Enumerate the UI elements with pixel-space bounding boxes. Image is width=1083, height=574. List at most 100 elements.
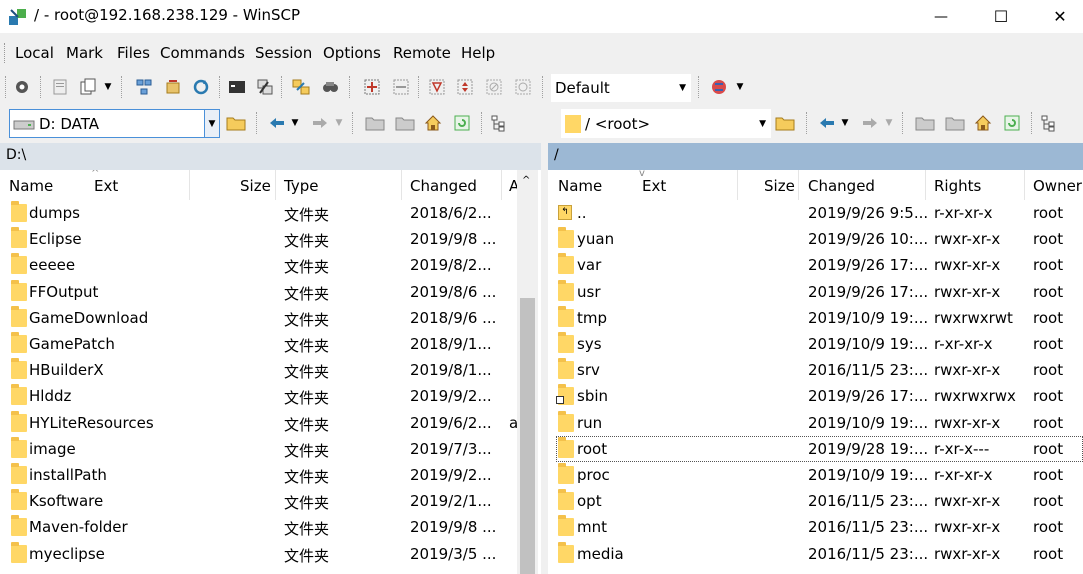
filter-icon[interactable] bbox=[426, 76, 448, 98]
terminal-icon[interactable] bbox=[226, 76, 248, 98]
table-row[interactable]: usr 2019/9/26 17:... rwxr-xr-x root bbox=[556, 279, 1083, 305]
column-ext[interactable]: Ext bbox=[642, 170, 666, 200]
table-row[interactable]: ↰.. 2019/9/26 9:5... r-xr-xr-x root bbox=[556, 200, 1083, 226]
open-directory-icon[interactable] bbox=[225, 112, 247, 134]
transfer-settings-dropdown-icon[interactable]: ▼ bbox=[735, 76, 745, 98]
table-row[interactable]: sbin 2019/9/26 17:... rwxrwxrwx root bbox=[556, 383, 1083, 409]
menu-files[interactable]: Files bbox=[117, 44, 150, 62]
menu-remote[interactable]: Remote bbox=[393, 44, 451, 62]
minimize-button[interactable]: — bbox=[918, 0, 964, 33]
transfer-settings-icon[interactable] bbox=[708, 76, 730, 98]
scroll-up-icon[interactable]: ^ bbox=[522, 175, 530, 186]
back-dropdown-icon[interactable]: ▼ bbox=[840, 112, 850, 134]
table-row[interactable]: srv 2016/11/5 23:... rwxr-xr-x root bbox=[556, 357, 1083, 383]
table-row[interactable]: myeclipse 文件夹 2019/3/5 ... bbox=[0, 541, 516, 567]
root-directory-icon[interactable] bbox=[944, 112, 966, 134]
back-arrow-icon[interactable] bbox=[816, 112, 838, 134]
table-row[interactable]: Maven-folder 文件夹 2019/9/8 ... bbox=[0, 514, 516, 540]
table-row[interactable]: yuan 2019/9/26 10:... rwxr-xr-x root bbox=[556, 226, 1083, 252]
transfer-settings-combo[interactable]: Default ▼ bbox=[551, 74, 691, 102]
column-divider[interactable] bbox=[189, 170, 190, 200]
menu-session[interactable]: Session bbox=[255, 44, 312, 62]
right-file-list[interactable]: Name Ext v Size Changed Rights Owner ↰..… bbox=[548, 170, 1083, 574]
clipboard-icon[interactable] bbox=[77, 76, 99, 98]
parent-directory-icon[interactable] bbox=[914, 112, 936, 134]
table-row[interactable]: proc 2019/10/9 19:... r-xr-xr-x root bbox=[556, 462, 1083, 488]
column-divider[interactable] bbox=[1024, 170, 1025, 200]
left-file-list[interactable]: Name Ext ^ Size Type Changed A dumps 文件夹 2… bbox=[0, 170, 541, 574]
table-row[interactable]: run 2019/10/9 19:... rwxr-xr-x root bbox=[556, 410, 1083, 436]
open-directory-icon[interactable] bbox=[774, 112, 796, 134]
back-dropdown-icon[interactable]: ▼ bbox=[290, 112, 300, 134]
refresh-icon[interactable] bbox=[190, 76, 212, 98]
column-size[interactable]: Size bbox=[240, 170, 271, 200]
column-size[interactable]: Size bbox=[764, 170, 795, 200]
column-name[interactable]: Name bbox=[558, 170, 602, 200]
forward-dropdown-icon[interactable]: ▼ bbox=[334, 112, 344, 134]
find-files-icon[interactable] bbox=[319, 76, 341, 98]
table-row[interactable]: root 2019/9/28 19:... r-xr-x--- root bbox=[556, 435, 1083, 462]
column-divider[interactable] bbox=[925, 170, 926, 200]
putty-icon[interactable] bbox=[254, 76, 276, 98]
queue-icon[interactable] bbox=[49, 76, 71, 98]
tree-view-icon[interactable] bbox=[488, 112, 510, 134]
table-row[interactable]: dumps 文件夹 2018/6/2... bbox=[0, 200, 516, 226]
table-row[interactable]: FFOutput 文件夹 2019/8/6 ... bbox=[0, 279, 516, 305]
column-divider[interactable] bbox=[401, 170, 402, 200]
column-divider[interactable] bbox=[275, 170, 276, 200]
left-drive-combo[interactable]: D: DATA ▼ bbox=[9, 109, 220, 138]
menu-help[interactable]: Help bbox=[461, 44, 495, 62]
table-row[interactable]: HBuilderX 文件夹 2019/8/1... bbox=[0, 357, 516, 383]
clear-selection-icon[interactable] bbox=[483, 76, 505, 98]
refresh-icon[interactable] bbox=[451, 112, 473, 134]
column-divider[interactable] bbox=[501, 170, 502, 200]
refresh-icon[interactable] bbox=[1001, 112, 1023, 134]
table-row[interactable]: Hlddz 文件夹 2019/9/2... bbox=[0, 383, 516, 409]
column-rights[interactable]: Rights bbox=[934, 170, 981, 200]
table-row[interactable]: opt 2016/11/5 23:... rwxr-xr-x root bbox=[556, 488, 1083, 514]
table-row[interactable]: sys 2019/10/9 19:... r-xr-xr-x root bbox=[556, 331, 1083, 357]
forward-dropdown-icon[interactable]: ▼ bbox=[884, 112, 894, 134]
table-row[interactable]: HYLiteResources 文件夹 2019/6/2... a bbox=[0, 410, 518, 436]
right-directory-combo[interactable]: / <root> ▼ bbox=[561, 109, 771, 138]
synchronize-icon[interactable] bbox=[162, 76, 184, 98]
table-row[interactable]: mnt 2016/11/5 23:... rwxr-xr-x root bbox=[556, 514, 1083, 540]
forward-arrow-icon[interactable] bbox=[859, 112, 881, 134]
table-row[interactable]: tmp 2019/10/9 19:... rwxrwxrwt root bbox=[556, 305, 1083, 331]
menu-options[interactable]: Options bbox=[323, 44, 381, 62]
select-files-icon[interactable] bbox=[361, 76, 383, 98]
back-arrow-icon[interactable] bbox=[266, 112, 288, 134]
left-scrollbar[interactable]: ^ bbox=[517, 170, 538, 574]
root-directory-icon[interactable] bbox=[394, 112, 416, 134]
column-changed[interactable]: Changed bbox=[808, 170, 875, 200]
network-icon[interactable] bbox=[133, 76, 155, 98]
unselect-files-icon[interactable] bbox=[390, 76, 412, 98]
scroll-thumb[interactable] bbox=[520, 298, 535, 574]
column-divider[interactable] bbox=[798, 170, 799, 200]
table-row[interactable]: eeeee 文件夹 2019/8/2... bbox=[0, 252, 516, 278]
column-changed[interactable]: Changed bbox=[410, 170, 477, 200]
parent-directory-icon[interactable] bbox=[364, 112, 386, 134]
table-row[interactable]: GameDownload 文件夹 2018/9/6 ... bbox=[0, 305, 516, 331]
menu-mark[interactable]: Mark bbox=[66, 44, 103, 62]
table-row[interactable]: Eclipse 文件夹 2019/9/8 ... bbox=[0, 226, 516, 252]
table-row[interactable]: media 2016/11/5 23:... rwxr-xr-x root bbox=[556, 541, 1083, 567]
preferences-gear-icon[interactable] bbox=[11, 76, 33, 98]
menu-grip[interactable] bbox=[4, 43, 7, 63]
column-name[interactable]: Name bbox=[9, 170, 53, 200]
column-divider[interactable] bbox=[737, 170, 738, 200]
menu-local[interactable]: Local bbox=[15, 44, 54, 62]
column-type[interactable]: Type bbox=[284, 170, 318, 200]
tree-view-icon[interactable] bbox=[1038, 112, 1060, 134]
invert-selection-icon[interactable] bbox=[454, 76, 476, 98]
table-row[interactable]: image 文件夹 2019/7/3... bbox=[0, 436, 516, 462]
table-row[interactable]: var 2019/9/26 17:... rwxr-xr-x root bbox=[556, 252, 1083, 278]
close-button[interactable]: ✕ bbox=[1037, 0, 1083, 33]
home-directory-icon[interactable] bbox=[972, 112, 994, 134]
table-row[interactable]: installPath 文件夹 2019/9/2... bbox=[0, 462, 516, 488]
panel-splitter[interactable] bbox=[541, 143, 548, 574]
table-row[interactable]: Ksoftware 文件夹 2019/2/1... bbox=[0, 488, 516, 514]
maximize-button[interactable]: ☐ bbox=[978, 0, 1024, 33]
menu-commands[interactable]: Commands bbox=[160, 44, 245, 62]
column-owner[interactable]: Owner bbox=[1033, 170, 1082, 200]
